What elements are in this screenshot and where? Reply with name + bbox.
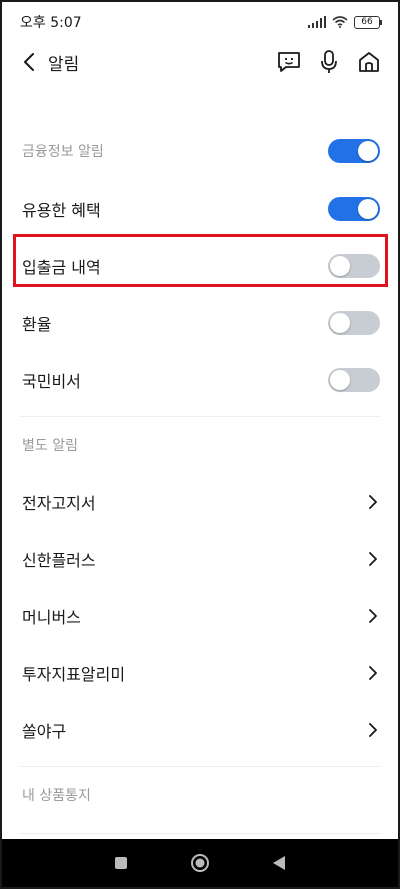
chevron-right-icon — [369, 551, 377, 566]
header-actions — [276, 49, 382, 75]
chat-face-icon — [278, 52, 300, 72]
signal-icon — [308, 16, 326, 28]
chevron-right-icon — [369, 665, 377, 680]
recent-apps-button[interactable] — [110, 852, 132, 874]
home-icon — [359, 52, 379, 72]
row-deposit-withdrawal[interactable]: 입출금 내역 — [2, 237, 398, 294]
toggle-national-secretary[interactable] — [328, 367, 380, 392]
row-label: 입출금 내역 — [22, 257, 101, 277]
row-shinhan-plus[interactable]: 신한플러스 — [2, 530, 398, 587]
row-national-secretary[interactable]: 국민비서 — [2, 351, 398, 408]
microphone-icon — [321, 50, 337, 73]
toggle-exchange-rate[interactable] — [328, 310, 380, 335]
row-label: 국민비서 — [22, 371, 81, 391]
row-e-bill[interactable]: 전자고지서 — [2, 473, 398, 530]
header: 알림 — [2, 42, 398, 82]
chatbot-button[interactable] — [276, 49, 302, 75]
back-nav-button[interactable] — [268, 852, 290, 874]
chevron-right-icon — [369, 722, 377, 737]
screen: 오후 5:07 66 알림 금융정보 알림 유용한 혜택 입출금 내역 환율 국… — [0, 0, 400, 889]
home-button[interactable] — [356, 49, 382, 75]
home-nav-button[interactable] — [189, 852, 211, 874]
row-label: 신한플러스 — [22, 550, 96, 570]
section-label-separate: 별도 알림 — [22, 438, 78, 454]
row-investment-alarm[interactable]: 투자지표알리미 — [2, 644, 398, 701]
row-sol-baseball[interactable]: 쏠야구 — [2, 701, 398, 758]
toggle-useful-benefits[interactable] — [328, 196, 380, 221]
voice-button[interactable] — [316, 49, 342, 75]
toggle-knob — [358, 141, 378, 161]
section-label-product: 내 상품통지 — [22, 788, 91, 804]
status-bar: 오후 5:07 66 — [2, 2, 398, 42]
toggle-knob — [330, 255, 350, 276]
divider — [20, 833, 380, 834]
row-label: 투자지표알리미 — [22, 664, 126, 684]
chevron-right-icon — [369, 608, 377, 623]
navigation-bar — [2, 839, 398, 887]
section-label-financial: 금융정보 알림 — [22, 144, 104, 160]
status-icons: 66 — [308, 15, 382, 29]
row-useful-benefits[interactable]: 유용한 혜택 — [2, 180, 398, 237]
row-label: 전자고지서 — [22, 493, 96, 513]
row-exchange-rate[interactable]: 환율 — [2, 294, 398, 351]
square-icon — [115, 857, 128, 869]
page-title: 알림 — [48, 54, 80, 75]
row-label: 환율 — [22, 314, 52, 334]
toggle-deposit-withdrawal[interactable] — [328, 253, 380, 278]
row-label: 쏠야구 — [22, 721, 67, 741]
settings-list: 금융정보 알림 유용한 혜택 입출금 내역 환율 국민비서 별도 알림 전자고지… — [2, 122, 398, 834]
toggle-knob — [330, 369, 350, 390]
toggle-knob — [358, 198, 378, 219]
toggle-financial-master[interactable] — [328, 139, 380, 163]
row-moneybus[interactable]: 머니버스 — [2, 587, 398, 644]
chevron-right-icon — [369, 494, 377, 509]
chevron-left-icon — [24, 53, 34, 71]
row-label: 유용한 혜택 — [22, 200, 101, 220]
status-time: 오후 5:07 — [20, 15, 82, 31]
wifi-icon — [332, 16, 348, 28]
battery-icon: 66 — [354, 15, 382, 29]
circle-icon — [190, 854, 209, 872]
row-label: 머니버스 — [22, 607, 81, 627]
battery-level: 66 — [361, 17, 373, 27]
back-button[interactable] — [18, 51, 40, 73]
toggle-knob — [330, 312, 350, 333]
triangle-back-icon — [272, 856, 285, 870]
financial-section-header[interactable]: 금융정보 알림 — [2, 122, 398, 180]
